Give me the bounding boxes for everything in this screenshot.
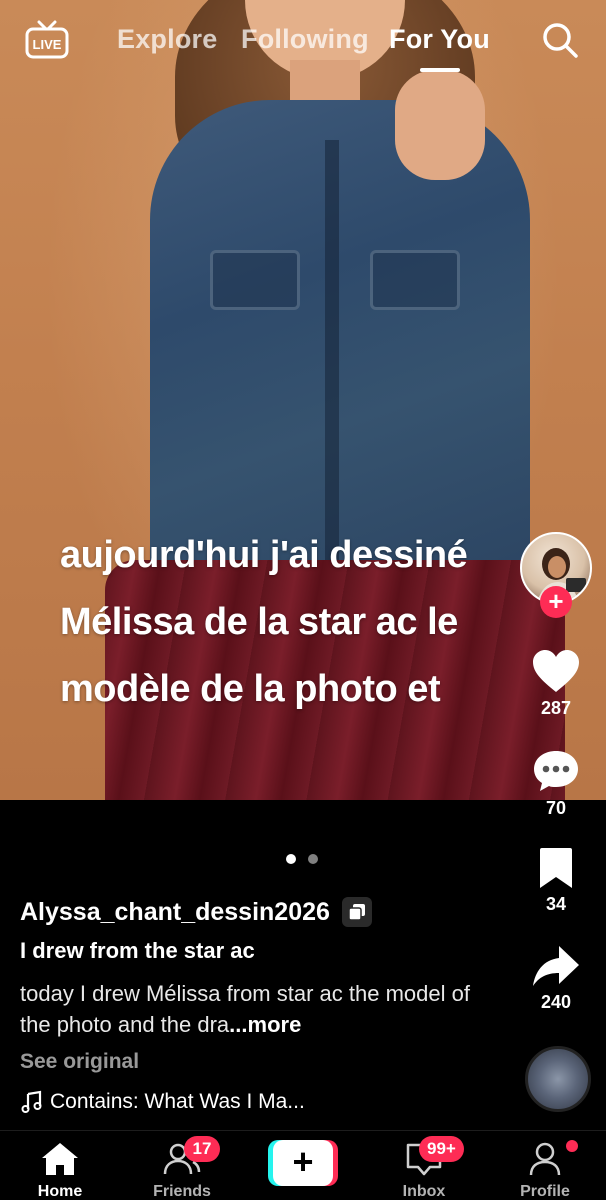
tab-explore[interactable]: Explore [117, 24, 217, 55]
share-arrow-icon [533, 946, 579, 986]
live-label: LIVE [33, 37, 62, 52]
friends-badge: 17 [184, 1136, 220, 1162]
follow-button[interactable]: + [540, 586, 572, 618]
nav-friends[interactable]: 17 Friends [137, 1136, 227, 1200]
nav-profile-label: Profile [520, 1183, 570, 1200]
post-title: I drew from the star ac [20, 938, 255, 963]
nav-home-label: Home [37, 1183, 83, 1200]
nav-profile[interactable]: Profile [500, 1140, 590, 1200]
nav-inbox[interactable]: 99+ Inbox [379, 1136, 469, 1200]
slide-dot-active[interactable] [286, 854, 296, 864]
slide-dot[interactable] [308, 854, 318, 864]
share-button[interactable]: 240 [516, 944, 596, 1013]
save-button[interactable]: 34 [516, 846, 596, 915]
username-row: Alyssa_chant_dessin2026 [20, 894, 372, 930]
comment-count: 70 [545, 798, 567, 818]
nav-home[interactable]: Home [15, 1141, 105, 1200]
comment-button[interactable]: 70 [516, 748, 596, 819]
music-note-icon [21, 1090, 42, 1113]
comment-icon [534, 751, 578, 791]
plus-icon: + [273, 1140, 333, 1186]
nav-inbox-label: Inbox [402, 1183, 446, 1200]
active-tab-indicator [420, 68, 460, 72]
overlay-caption-line: Mélissa de la star ac le [60, 601, 458, 643]
creator-avatar-group: + [518, 530, 594, 620]
create-button[interactable]: + [268, 1140, 338, 1186]
inbox-badge: 99+ [419, 1136, 464, 1162]
profile-icon [529, 1142, 561, 1176]
overlay-caption-line: modèle de la photo et [60, 668, 441, 710]
bookmark-icon [540, 848, 572, 888]
top-nav: LIVE Explore Following For You [0, 14, 606, 74]
photo-pocket-left [210, 250, 300, 310]
more-link[interactable]: ...more [229, 1012, 301, 1037]
profile-notification-dot [566, 1140, 578, 1152]
post-description: today I drew Mélissa from star ac the mo… [20, 978, 500, 1040]
music-disc[interactable] [525, 1046, 591, 1112]
search-icon[interactable] [540, 20, 580, 60]
like-button[interactable]: 287 [516, 648, 596, 719]
overlay-caption-line: aujourd'hui j'ai dessiné [60, 534, 468, 576]
music-title: Contains: What Was I Ma... [50, 1090, 305, 1113]
photo-mode-icon [341, 897, 372, 927]
music-row[interactable]: Contains: What Was I Ma... [20, 1090, 305, 1114]
save-count: 34 [545, 894, 567, 914]
slide-indicator [286, 854, 326, 866]
tab-for-you[interactable]: For You [389, 24, 490, 55]
nav-friends-label: Friends [153, 1183, 211, 1200]
live-icon[interactable]: LIVE [24, 20, 70, 60]
creator-username[interactable]: Alyssa_chant_dessin2026 [20, 898, 330, 927]
photo-pocket-right [370, 250, 460, 310]
heart-icon [533, 650, 579, 692]
like-count: 287 [540, 698, 572, 718]
home-icon [42, 1143, 78, 1175]
see-original-link[interactable]: See original [20, 1050, 139, 1074]
overlay-caption: aujourd'hui j'ai dessiné Mélissa de la s… [60, 522, 530, 723]
tab-following[interactable]: Following [241, 24, 369, 55]
share-count: 240 [540, 992, 572, 1012]
photo-hand [395, 70, 485, 180]
